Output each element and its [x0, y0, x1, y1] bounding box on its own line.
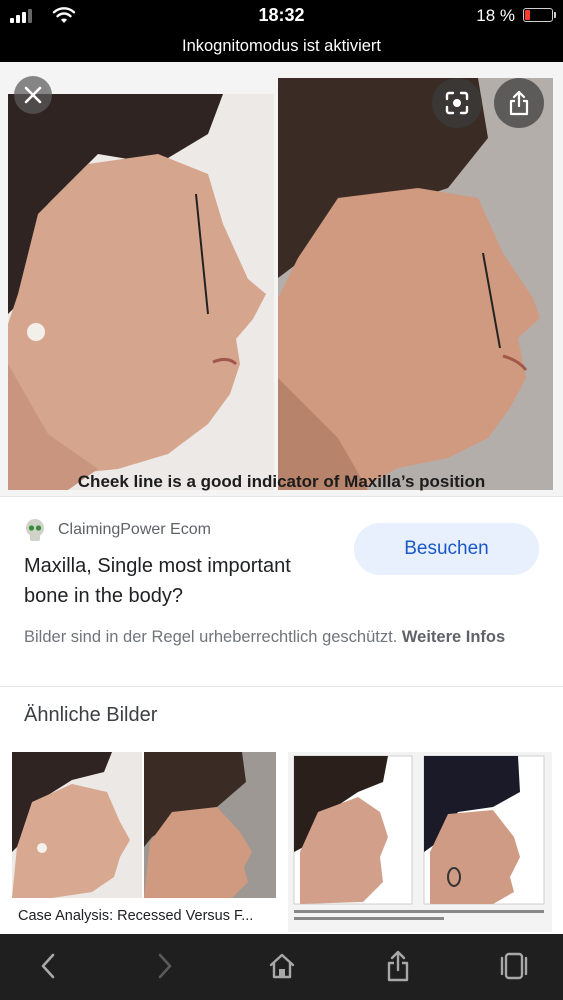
source-row[interactable]: ClaimingPower Ecom — [24, 517, 211, 543]
more-info-link[interactable]: Weitere Infos — [402, 628, 505, 646]
close-button[interactable] — [14, 76, 52, 114]
visit-button[interactable]: Besuchen — [354, 523, 539, 575]
result-info: ClaimingPower Ecom Besuchen Maxilla, Sin… — [0, 496, 563, 687]
share-button[interactable] — [494, 78, 544, 128]
share-icon — [387, 950, 409, 982]
battery-percent: 18 % — [476, 6, 515, 25]
lens-icon — [445, 91, 469, 115]
chevron-left-icon — [41, 953, 55, 979]
home-button[interactable] — [262, 948, 302, 984]
source-name: ClaimingPower Ecom — [58, 521, 211, 538]
profile-photo-right — [278, 78, 553, 490]
similar-image-card[interactable] — [288, 752, 552, 932]
similar-images-heading: Ähnliche Bilder — [24, 704, 158, 726]
share-icon — [509, 90, 529, 116]
browser-toolbar — [0, 934, 563, 1000]
similar-image-label: Case Analysis: Recessed Versus F... — [18, 908, 254, 924]
similar-thumbnail — [288, 752, 552, 932]
tabs-button[interactable] — [494, 948, 534, 984]
back-button[interactable] — [28, 948, 68, 984]
skull-icon — [26, 519, 44, 541]
forward-button[interactable] — [145, 948, 185, 984]
status-bar: 18:32 18 % — [0, 0, 563, 32]
profile-photo-left — [8, 94, 274, 490]
similar-thumbnail — [12, 752, 276, 898]
incognito-banner: Inkognitomodus ist aktiviert — [0, 32, 563, 62]
similar-image-card[interactable]: Case Analysis: Recessed Versus F... — [12, 752, 276, 932]
share-button[interactable] — [378, 948, 418, 984]
image-caption: Cheek line is a good indicator of Maxill… — [77, 472, 486, 491]
chevron-right-icon — [158, 953, 172, 979]
lens-button[interactable] — [432, 78, 482, 128]
close-icon — [24, 86, 42, 104]
battery-icon — [523, 8, 556, 22]
result-title[interactable]: Maxilla, Single most important bone in t… — [24, 551, 334, 611]
home-icon — [269, 953, 295, 979]
copyright-notice: Bilder sind in der Regel urheberrechtlic… — [24, 625, 544, 649]
copyright-text: Bilder sind in der Regel urheberrechtlic… — [24, 628, 398, 646]
divider — [0, 686, 563, 687]
image-viewer[interactable]: Cheek line is a good indicator of Maxill… — [0, 62, 563, 496]
tabs-icon — [500, 952, 528, 980]
